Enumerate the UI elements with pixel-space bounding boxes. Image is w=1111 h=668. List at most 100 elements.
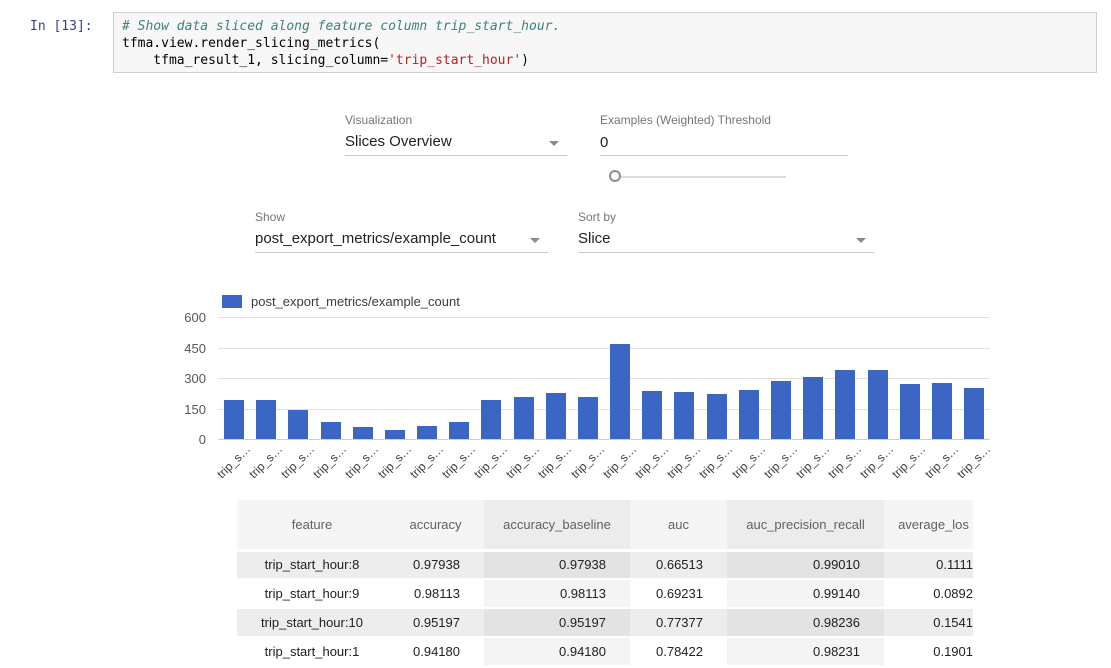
code-cell[interactable]: # Show data sliced along feature column … [113, 12, 1097, 73]
bar[interactable] [288, 410, 308, 439]
legend-swatch-icon [222, 295, 242, 308]
threshold-label: Examples (Weighted) Threshold [600, 113, 771, 127]
x-tick-label: trip_s… [536, 442, 575, 481]
bar-slot: trip_s… [829, 317, 861, 439]
x-tick-label: trip_s… [407, 442, 446, 481]
bar[interactable] [546, 393, 566, 439]
bar[interactable] [932, 383, 952, 439]
bar[interactable] [578, 397, 598, 439]
x-tick-label: trip_s… [375, 442, 414, 481]
threshold-slider-handle[interactable] [609, 170, 621, 182]
chevron-down-icon [856, 238, 866, 243]
y-tick-label: 150 [156, 402, 206, 417]
bar[interactable] [385, 430, 405, 439]
bar-series: trip_s…trip_s…trip_s…trip_s…trip_s…trip_… [218, 317, 990, 439]
metric-value-cell: 0.98113 [387, 579, 484, 608]
metric-value-cell: 0.94180 [484, 637, 630, 666]
bar[interactable] [514, 397, 534, 439]
x-tick-label: trip_s… [889, 442, 928, 481]
bar-slot: trip_s… [540, 317, 572, 439]
bar[interactable] [674, 392, 694, 439]
bar[interactable] [353, 427, 373, 439]
bar-slot: trip_s… [604, 317, 636, 439]
show-metric-value: post_export_metrics/example_count [255, 230, 496, 247]
metric-value-cell: 0.98113 [484, 579, 630, 608]
bar[interactable] [803, 377, 823, 439]
threshold-slider-track[interactable] [614, 176, 786, 178]
table-row: trip_start_hour:100.951970.951970.773770… [237, 608, 973, 637]
x-tick-label: trip_s… [471, 442, 510, 481]
bar-slot: trip_s… [218, 317, 250, 439]
metrics-table-container: feature accuracy accuracy_baseline auc a… [237, 500, 973, 668]
x-tick-label: trip_s… [503, 442, 542, 481]
y-tick-label: 300 [156, 371, 206, 386]
x-axis-line [218, 439, 990, 440]
chevron-down-icon [530, 238, 540, 243]
code-line: tfma_result_1, slicing_column= [122, 53, 388, 68]
x-tick-label: trip_s… [278, 442, 317, 481]
legend-label: post_export_metrics/example_count [251, 294, 460, 309]
visualization-dropdown[interactable]: Slices Overview [345, 130, 567, 156]
bar[interactable] [481, 400, 501, 439]
bar[interactable] [900, 384, 920, 439]
bar[interactable] [739, 390, 759, 439]
x-tick-label: trip_s… [922, 442, 961, 481]
bar-slot: trip_s… [508, 317, 540, 439]
metric-value-cell: 0.99010 [727, 550, 884, 579]
bar-slot: trip_s… [411, 317, 443, 439]
column-header: average_los [884, 500, 973, 550]
feature-cell: trip_start_hour:8 [237, 550, 387, 579]
show-metric-dropdown[interactable]: post_export_metrics/example_count [255, 227, 548, 253]
metric-value-cell: 0.97938 [484, 550, 630, 579]
code-comment: # Show data sliced along feature column … [122, 19, 560, 34]
bar[interactable] [449, 422, 469, 439]
x-tick-label: trip_s… [729, 442, 768, 481]
bar[interactable] [868, 370, 888, 439]
chevron-down-icon [549, 141, 559, 146]
x-tick-label: trip_s… [825, 442, 864, 481]
cell-input-prompt: In [13]: [30, 19, 93, 34]
bar[interactable] [707, 394, 727, 439]
bar-slot: trip_s… [733, 317, 765, 439]
y-tick-label: 0 [156, 432, 206, 447]
x-tick-label: trip_s… [857, 442, 896, 481]
feature-cell: trip_start_hour:10 [237, 608, 387, 637]
bar[interactable] [771, 381, 791, 439]
bar-slot: trip_s… [668, 317, 700, 439]
metric-value-cell: 0.78422 [630, 637, 727, 666]
table-row: trip_start_hour:90.981130.981130.692310.… [237, 579, 973, 608]
bar[interactable] [224, 400, 244, 439]
x-tick-label: trip_s… [600, 442, 639, 481]
sort-by-value: Slice [578, 230, 611, 247]
code-string: 'trip_start_hour' [388, 53, 521, 68]
feature-cell: trip_start_hour:1 [237, 637, 387, 666]
bar[interactable] [964, 388, 984, 439]
x-tick-label: trip_s… [696, 442, 735, 481]
bar[interactable] [256, 400, 276, 439]
chart-legend: post_export_metrics/example_count [222, 294, 460, 309]
bar[interactable] [417, 426, 437, 439]
x-tick-label: trip_s… [761, 442, 800, 481]
sort-by-label: Sort by [578, 210, 616, 224]
bar[interactable] [321, 422, 341, 439]
bar[interactable] [835, 370, 855, 439]
sort-by-dropdown[interactable]: Slice [578, 227, 874, 253]
metric-value-cell: 0.77377 [630, 608, 727, 637]
bar[interactable] [610, 344, 630, 439]
bar[interactable] [642, 391, 662, 439]
metrics-table: feature accuracy accuracy_baseline auc a… [237, 500, 973, 667]
x-tick-label: trip_s… [632, 442, 671, 481]
bar-slot: trip_s… [475, 317, 507, 439]
x-tick-label: trip_s… [793, 442, 832, 481]
threshold-input[interactable] [600, 130, 848, 156]
bar-slot: trip_s… [894, 317, 926, 439]
x-tick-label: trip_s… [439, 442, 478, 481]
visualization-value: Slices Overview [345, 133, 452, 150]
metric-value-cell: 0.95197 [387, 608, 484, 637]
bar-slot: trip_s… [765, 317, 797, 439]
metric-value-cell: 0.98236 [727, 608, 884, 637]
metric-value-cell: 0.0892 [884, 579, 973, 608]
bar-slot: trip_s… [379, 317, 411, 439]
x-tick-label: trip_s… [310, 442, 349, 481]
bar-chart: 600 450 300 150 0 trip_s…trip_s…trip_s…t… [218, 317, 990, 439]
